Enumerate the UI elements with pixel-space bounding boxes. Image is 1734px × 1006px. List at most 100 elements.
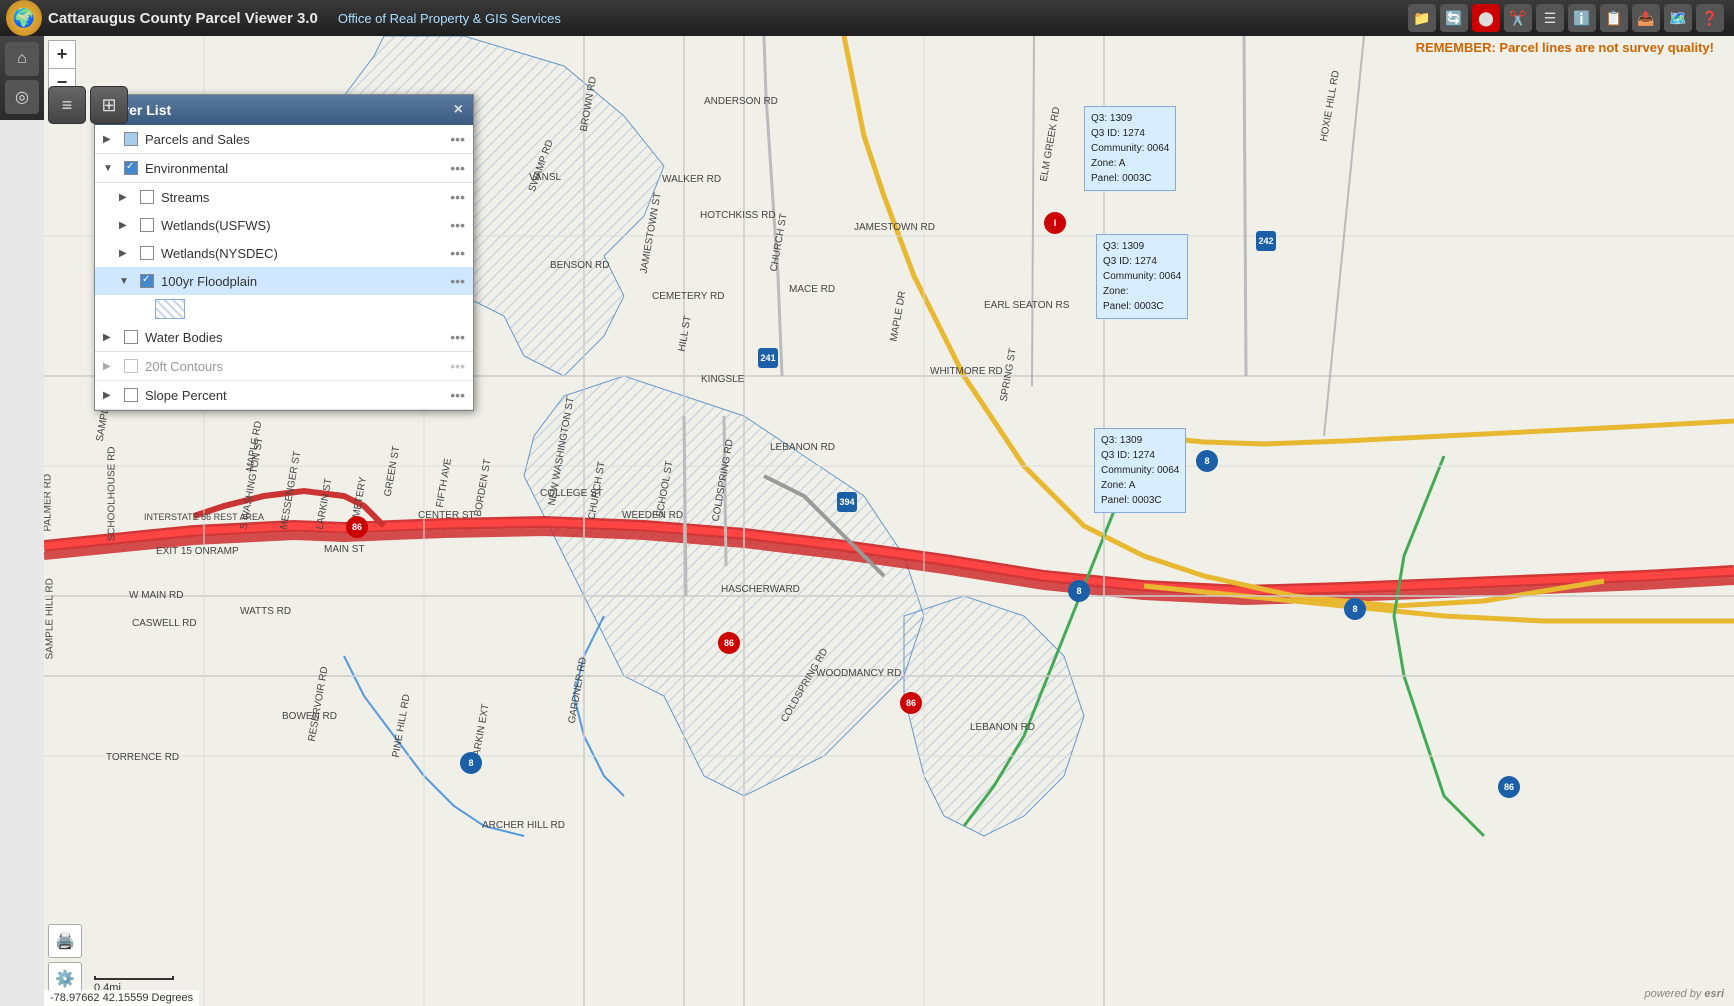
header-tool-print[interactable]: 🗺️ [1664, 4, 1692, 32]
road-label: EARL SEATON RS [984, 300, 1069, 311]
header-tool-share[interactable]: 📤 [1632, 4, 1660, 32]
highway-shield-8-2: 8 [1068, 580, 1090, 602]
expand-arrow-icon: ▶ [103, 332, 117, 343]
slope-percent-checkbox[interactable] [124, 388, 138, 402]
road-label: WATTS RD [240, 606, 291, 617]
expand-arrow-icon: ▶ [119, 248, 133, 259]
road-label: MACE RD [789, 284, 835, 295]
layer-item-wetlands-usfws[interactable]: ▶ Wetlands(USFWS) ••• [95, 211, 473, 239]
20ft-contours-menu[interactable]: ••• [450, 358, 465, 374]
layer-item-environmental[interactable]: ▼ Environmental ••• [95, 154, 473, 183]
header-tool-help[interactable]: ❓ [1696, 4, 1724, 32]
highway-shield-i86-2: 86 [718, 632, 740, 654]
header-tool-calc[interactable]: 📋 [1600, 4, 1628, 32]
water-bodies-label: Water Bodies [145, 330, 446, 345]
road-label: WEEDEN RD [622, 510, 683, 521]
highway-shield-8-3: 8 [1344, 598, 1366, 620]
layer-item-parcels-sales[interactable]: ▶ Parcels and Sales ••• [95, 125, 473, 154]
header-tool-new[interactable]: 📁 [1408, 4, 1436, 32]
20ft-contours-checkbox[interactable] [124, 359, 138, 373]
layer-item-100yr-floodplain[interactable]: ▼ 100yr Floodplain ••• [95, 267, 473, 295]
wetlands-nysdec-checkbox[interactable] [140, 246, 154, 260]
road-label: CASWELL RD [132, 618, 197, 629]
road-label: LEBANON RD [970, 722, 1035, 733]
highway-shield-i86-4: 86 [900, 692, 922, 714]
parcels-sales-menu[interactable]: ••• [450, 131, 465, 147]
expand-arrow-icon: ▶ [103, 390, 117, 401]
header-tool-stop[interactable]: ⬤ [1472, 4, 1500, 32]
streams-label: Streams [161, 190, 446, 205]
layer-item-slope-percent[interactable]: ▶ Slope Percent ••• [95, 381, 473, 410]
layer-list-content: ▶ Parcels and Sales ••• ▼ Environmental … [95, 125, 473, 410]
road-label: W MAIN RD [129, 590, 183, 601]
highway-shield-242: 242 [1256, 231, 1276, 251]
header-tool-refresh[interactable]: 🔄 [1440, 4, 1468, 32]
road-label: KINGSLE [701, 374, 744, 385]
layer-item-streams[interactable]: ▶ Streams ••• [95, 183, 473, 211]
floodplain-legend-swatch [155, 299, 185, 319]
zoom-in-button[interactable]: + [48, 40, 76, 68]
layer-close-button[interactable]: × [454, 101, 463, 119]
environmental-checkbox[interactable] [124, 161, 138, 175]
map-popup-4: Q3: 1309 Q3 ID: 1274 Community: 0064 Zon… [1094, 428, 1186, 513]
header-tool-info[interactable]: ℹ️ [1568, 4, 1596, 32]
highway-shield-i86: I [1044, 212, 1066, 234]
layer-panel: Layer List × ▶ Parcels and Sales ••• ▼ E… [94, 94, 474, 411]
home-button[interactable]: ⌂ [5, 42, 39, 76]
water-bodies-checkbox[interactable] [124, 330, 138, 344]
expand-arrow-icon: ▶ [119, 220, 133, 231]
esri-logo: powered by esri [1644, 988, 1724, 1000]
layer-list-button[interactable]: ≡ [48, 86, 86, 124]
road-label: SCHOOLHOUSE RD [107, 446, 118, 541]
road-label: WOODMANCY RD [816, 668, 901, 679]
road-label: LEBANON RD [770, 442, 835, 453]
header-toolbar: 📁 🔄 ⬤ ✂️ ☰ ℹ️ 📋 📤 🗺️ ❓ [1408, 4, 1724, 32]
wetlands-usfws-label: Wetlands(USFWS) [161, 218, 446, 233]
streams-menu[interactable]: ••• [450, 189, 465, 205]
wetlands-nysdec-label: Wetlands(NYSDEC) [161, 246, 446, 261]
floodplain-legend [95, 295, 473, 323]
highway-shield-8-4: 8 [1196, 450, 1218, 472]
streams-checkbox[interactable] [140, 190, 154, 204]
layer-item-20ft-contours[interactable]: ▶ 20ft Contours ••• [95, 352, 473, 381]
100yr-floodplain-checkbox[interactable] [140, 274, 154, 288]
app-subtitle: Office of Real Property & GIS Services [338, 11, 561, 26]
road-label: HASCHERWARD [721, 584, 800, 595]
environmental-label: Environmental [145, 161, 446, 176]
road-label: ANDERSON RD [704, 96, 778, 107]
wetlands-usfws-menu[interactable]: ••• [450, 217, 465, 233]
highway-shield-394: 394 [837, 492, 857, 512]
water-bodies-menu[interactable]: ••• [450, 329, 465, 345]
locate-button[interactable]: ◎ [5, 80, 39, 114]
road-label: SAMPLE HILL RD [45, 578, 56, 659]
wetlands-nysdec-menu[interactable]: ••• [450, 245, 465, 261]
expand-arrow-icon: ▼ [103, 163, 117, 174]
expand-arrow-icon: ▶ [103, 361, 117, 372]
highway-shield-i86-3: 86 [346, 516, 368, 538]
road-label: MAIN ST [324, 544, 365, 555]
environmental-menu[interactable]: ••• [450, 160, 465, 176]
basemap-button[interactable]: ⊞ [90, 86, 128, 124]
header-tool-list[interactable]: ☰ [1536, 4, 1564, 32]
parcels-sales-checkbox[interactable] [124, 132, 138, 146]
expand-arrow-icon: ▶ [119, 192, 133, 203]
100yr-floodplain-menu[interactable]: ••• [450, 273, 465, 289]
road-label: CEMETERY RD [652, 291, 724, 302]
wetlands-usfws-checkbox[interactable] [140, 218, 154, 232]
header-tool-cut[interactable]: ✂️ [1504, 4, 1532, 32]
slope-percent-menu[interactable]: ••• [450, 387, 465, 403]
road-label: JAMESTOWN RD [854, 222, 935, 233]
road-label: TORRENCE RD [106, 752, 179, 763]
highway-shield-241: 241 [758, 348, 778, 368]
map-area[interactable]: REMEMBER: Parcel lines are not survey qu… [44, 36, 1734, 1006]
print-button[interactable]: 🖨️ [48, 924, 82, 958]
road-label: HOTCHKISS RD [700, 210, 776, 221]
layer-item-water-bodies[interactable]: ▶ Water Bodies ••• [95, 323, 473, 352]
layer-item-wetlands-nysdec[interactable]: ▶ Wetlands(NYSDEC) ••• [95, 239, 473, 267]
map-toolbar: ≡ ⊞ [48, 86, 128, 124]
highway-shield-8: 8 [460, 752, 482, 774]
scale-bar-line [94, 976, 174, 980]
highway-shield-86-5: 86 [1498, 776, 1520, 798]
slope-percent-label: Slope Percent [145, 388, 446, 403]
road-label: EXIT 15 ONRAMP [156, 546, 239, 557]
